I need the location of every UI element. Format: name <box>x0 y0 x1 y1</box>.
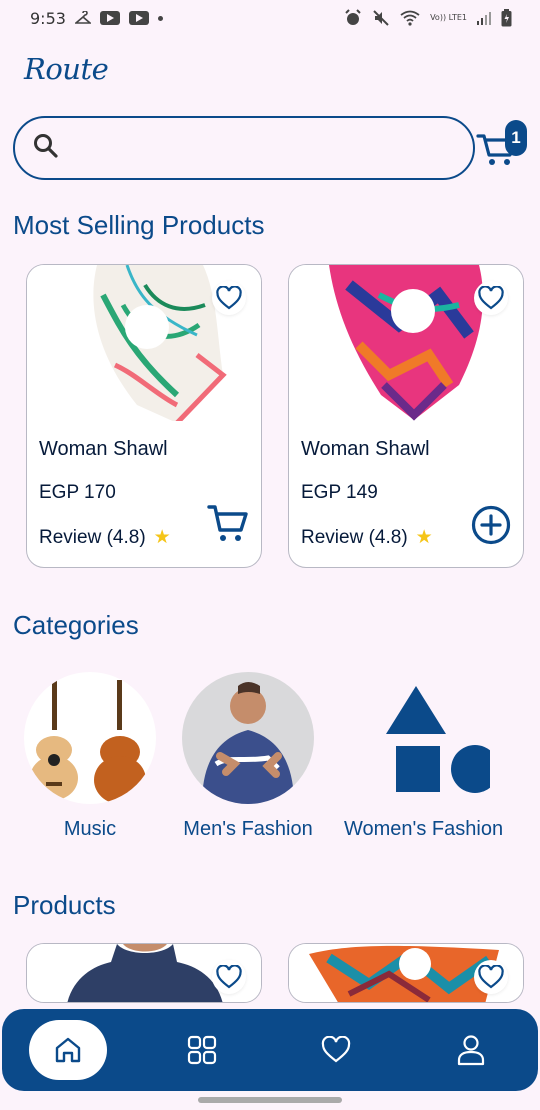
category-womens-fashion[interactable]: Women's Fashion <box>344 672 503 841</box>
plus-circle-icon <box>471 505 511 545</box>
user-icon <box>457 1035 484 1066</box>
heart-icon <box>216 286 242 310</box>
category-music[interactable]: Music <box>24 672 156 841</box>
favorite-button[interactable] <box>474 281 508 315</box>
category-mens-fashion[interactable]: Men's Fashion <box>182 672 314 841</box>
product-image <box>27 265 261 421</box>
hanger-icon <box>74 11 91 25</box>
nav-home[interactable] <box>29 1020 108 1080</box>
app-logo: Route <box>24 52 109 86</box>
network-label: Vo)) LTE1 <box>430 13 467 22</box>
add-product-button[interactable] <box>469 503 513 547</box>
product-name: Woman Shawl <box>301 438 430 460</box>
product-price: EGP 170 <box>39 482 116 503</box>
signal-icon <box>477 11 491 25</box>
battery-icon <box>501 9 512 27</box>
nav-wishlist[interactable] <box>296 1020 376 1080</box>
youtube-icon <box>99 11 120 25</box>
search-bar[interactable] <box>13 116 475 180</box>
product-review: Review (4.8) ★ <box>39 526 171 549</box>
heart-icon <box>478 286 504 310</box>
review-label: Review (4.8) <box>39 526 146 548</box>
product-price: EGP 149 <box>301 482 378 503</box>
nav-profile[interactable] <box>431 1020 511 1080</box>
star-icon: ★ <box>415 527 433 548</box>
add-to-cart-button[interactable] <box>207 503 251 547</box>
bottom-navigation <box>2 1009 538 1091</box>
wifi-icon <box>400 10 420 26</box>
heart-icon <box>478 965 504 989</box>
product-card[interactable] <box>26 943 262 1003</box>
heart-icon <box>216 965 242 989</box>
most-selling-title: Most Selling Products <box>13 210 265 240</box>
nav-categories[interactable] <box>162 1020 242 1080</box>
category-label: Women's Fashion <box>344 818 504 840</box>
shapes-icon <box>358 672 490 804</box>
category-label: Music <box>63 818 117 840</box>
youtube-icon <box>128 11 149 25</box>
grid-icon <box>187 1035 216 1065</box>
products-title: Products <box>13 890 116 920</box>
product-image <box>289 265 523 421</box>
home-icon <box>56 1037 81 1063</box>
product-image <box>27 944 261 1002</box>
mute-icon <box>372 9 390 27</box>
favorite-button[interactable] <box>212 281 246 315</box>
product-card[interactable]: Woman Shawl EGP 170 Review (4.8) ★ <box>26 264 262 568</box>
cart-count-badge: 1 <box>505 120 527 156</box>
home-indicator <box>198 1097 342 1103</box>
categories-title: Categories <box>13 610 139 640</box>
dot-icon <box>157 15 163 21</box>
search-input[interactable] <box>69 118 473 178</box>
favorite-button[interactable] <box>474 960 508 994</box>
favorite-button[interactable] <box>212 960 246 994</box>
guitar-image <box>24 672 156 804</box>
hoodie-image <box>182 672 314 804</box>
category-label: Men's Fashion <box>183 818 313 840</box>
product-card[interactable]: Woman Shawl EGP 149 Review (4.8) ★ <box>288 264 524 568</box>
product-card[interactable] <box>288 943 524 1003</box>
status-time: 9:53 <box>30 8 66 28</box>
heart-icon <box>322 1036 351 1063</box>
star-icon: ★ <box>153 527 171 548</box>
cart-icon <box>207 505 248 541</box>
product-review: Review (4.8) ★ <box>301 526 433 549</box>
status-bar: 9:53 Vo)) LTE1 <box>0 0 540 36</box>
product-name: Woman Shawl <box>39 438 168 460</box>
alarm-icon <box>344 9 362 27</box>
review-label: Review (4.8) <box>301 526 408 548</box>
search-icon <box>33 133 59 163</box>
product-image <box>289 944 523 1002</box>
